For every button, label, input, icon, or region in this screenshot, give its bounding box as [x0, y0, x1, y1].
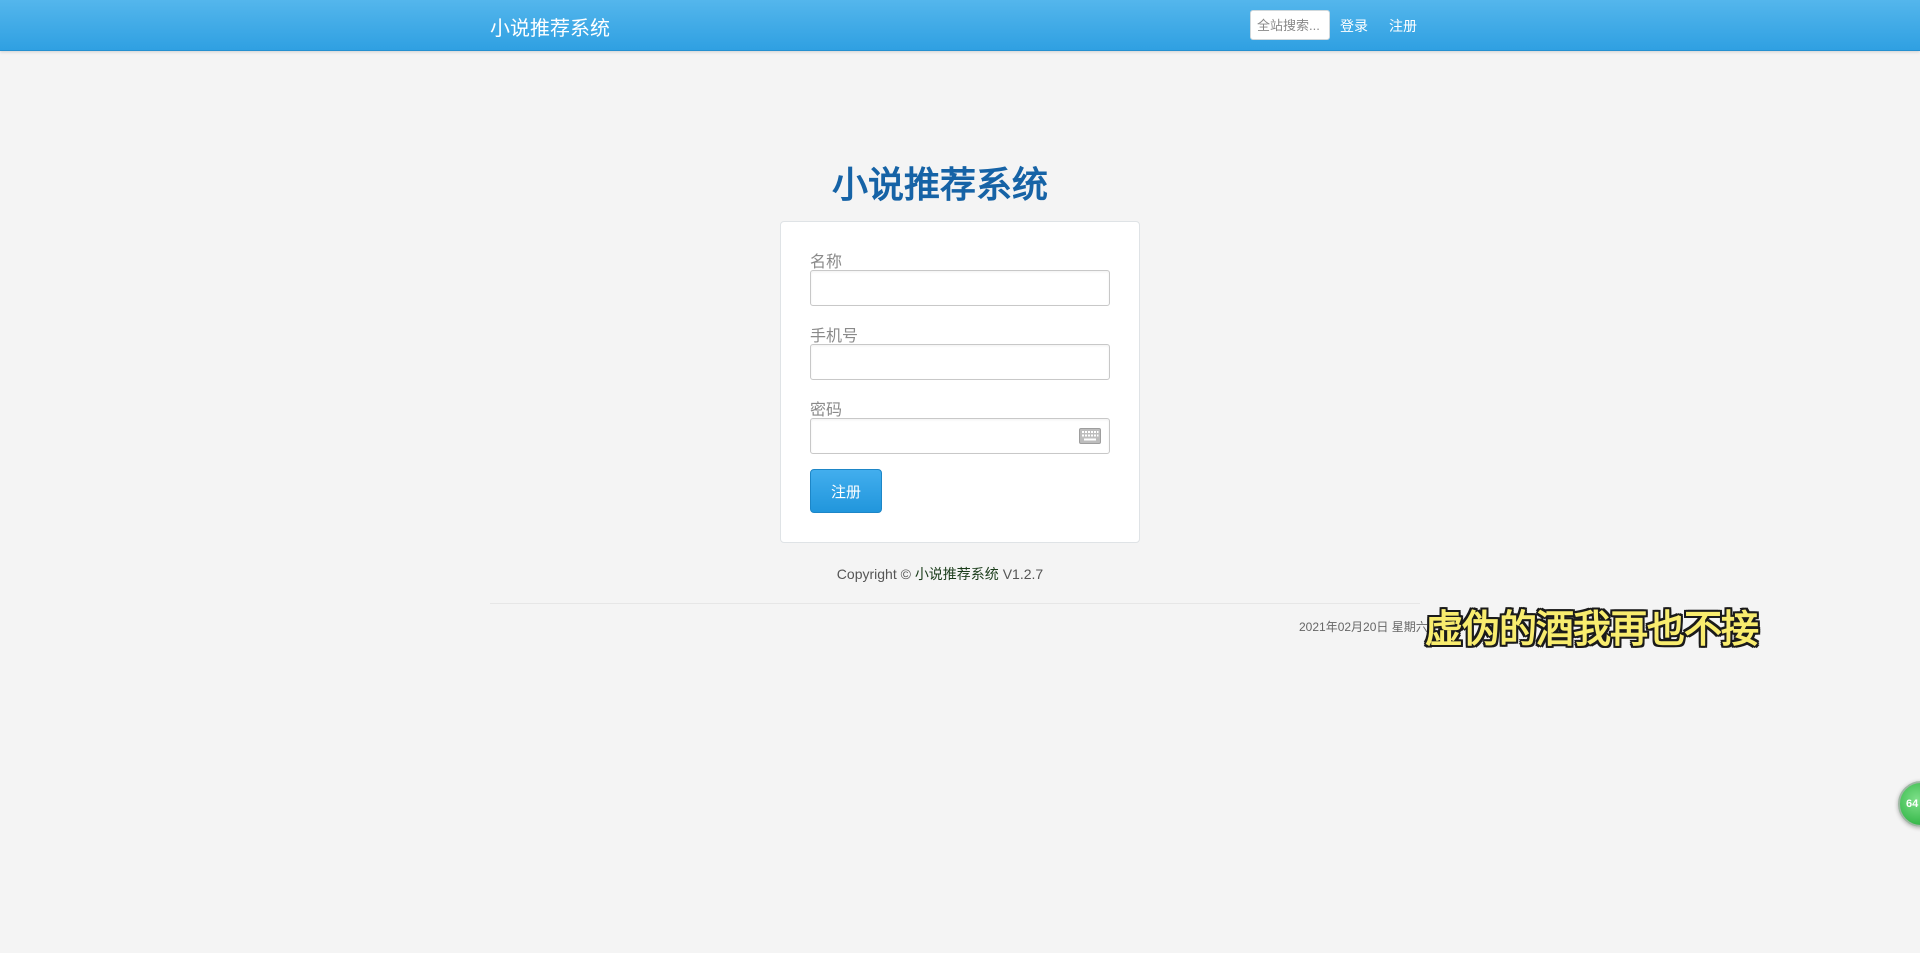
register-submit-button[interactable]: 注册: [810, 469, 882, 513]
copyright-prefix: Copyright ©: [836, 566, 911, 582]
brand-title[interactable]: 小说推荐系统: [490, 12, 610, 41]
version-text: V1.2.7: [1002, 566, 1044, 582]
name-field[interactable]: [810, 270, 1110, 306]
floating-ball-badge[interactable]: 64: [1898, 781, 1920, 827]
site-search-input[interactable]: [1250, 10, 1330, 40]
copyright-site-link[interactable]: 小说推荐系统: [915, 566, 999, 582]
name-label: 名称: [810, 254, 843, 271]
copyright: Copyright © 小说推荐系统 V1.2.7: [0, 564, 1920, 584]
footer-divider: [490, 603, 1420, 604]
date-text: 2021年02月20日 星期六: [1299, 620, 1428, 634]
register-form-card: 名称 手机号 密码 注册: [780, 221, 1140, 543]
desktop-lyric-overlay: 虚伪的酒我再也不接: [1425, 609, 1759, 651]
keyboard-icon[interactable]: [1079, 428, 1101, 444]
page-heading: 小说推荐系统: [0, 156, 1920, 208]
password-field[interactable]: [810, 418, 1110, 454]
phone-label: 手机号: [810, 328, 859, 345]
password-label: 密码: [810, 402, 843, 419]
phone-field[interactable]: [810, 344, 1110, 380]
login-link[interactable]: 登录: [1340, 16, 1368, 36]
top-navbar: 小说推荐系统 登录 注册: [0, 0, 1920, 51]
page-title: 小说推荐系统: [831, 164, 1048, 205]
register-link[interactable]: 注册: [1389, 16, 1417, 36]
